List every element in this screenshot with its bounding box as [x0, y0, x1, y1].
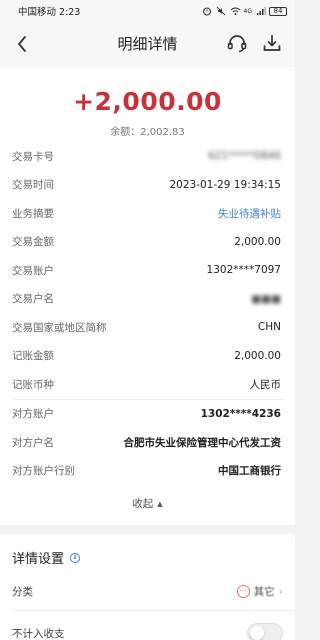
detail-row-country: 交易国家或地区简称 CHN — [0, 313, 295, 342]
exclude-row: 不计入收支 — [12, 618, 283, 640]
row-label: 交易卡号 — [12, 150, 54, 163]
row-label: 交易户名 — [12, 293, 54, 306]
status-icons: 4G 84 — [202, 6, 287, 16]
collapse-label: 收起 — [132, 498, 154, 510]
row-label: 记账币种 — [12, 378, 54, 391]
detail-settings-card: 详情设置 i 分类 ··· 其它 › 不计入收支 — [0, 534, 295, 640]
category-row[interactable]: 分类 ··· 其它 › — [12, 576, 283, 606]
category-label: 分类 — [12, 585, 33, 598]
row-value: ■■■ — [251, 292, 281, 305]
row-label: 业务摘要 — [12, 207, 54, 220]
divider — [12, 610, 295, 611]
page-title: 明细详情 — [117, 35, 178, 53]
transaction-detail-card: +2,000.00 余额：2,002.83 交易卡号 621*****0846 … — [0, 67, 295, 525]
detail-row-card-number: 交易卡号 621*****0846 — [0, 142, 295, 171]
row-value: CHN — [257, 321, 281, 334]
collapse-button[interactable]: 收起 ▲ — [0, 496, 295, 511]
row-label: 交易账户 — [12, 264, 54, 277]
caret-up-icon: ▲ — [157, 500, 163, 508]
signal-icon — [255, 6, 266, 16]
status-bar: 中国移动 2:23 4G 84 — [0, 0, 295, 22]
back-arrow-icon[interactable] — [12, 33, 34, 55]
detail-row-currency: 记账币种 人民币 — [0, 370, 295, 399]
settings-title-text: 详情设置 — [12, 552, 65, 567]
network-tag: 4G — [243, 7, 252, 15]
detail-rows: 交易卡号 621*****0846 交易时间 2023-01-29 19:34:… — [0, 142, 295, 485]
category-dots-icon: ··· — [236, 584, 250, 598]
battery-icon: 84 — [269, 6, 287, 16]
detail-row-time: 交易时间 2023-01-29 19:34:15 — [0, 171, 295, 200]
settings-title: 详情设置 i — [12, 548, 81, 567]
row-label: 交易国家或地区简称 — [12, 321, 107, 334]
row-value: 621*****0846 — [207, 150, 281, 163]
row-label: 对方账户 — [12, 408, 54, 421]
exclude-toggle[interactable] — [247, 623, 283, 640]
info-icon[interactable]: i — [70, 552, 81, 563]
download-icon[interactable] — [261, 32, 283, 54]
nav-bar: 明细详情 — [0, 22, 295, 66]
detail-row-account-name: 交易户名 ■■■ — [0, 285, 295, 314]
detail-row-booked-amount: 记账金额 2,000.00 — [0, 342, 295, 371]
row-label: 交易金额 — [12, 236, 54, 249]
exclude-label: 不计入收支 — [12, 627, 65, 640]
row-label: 交易时间 — [12, 179, 54, 192]
detail-row-summary: 业务摘要 失业待遇补贴 — [0, 199, 295, 228]
category-selector[interactable]: ··· 其它 › — [236, 584, 283, 599]
detail-row-counterparty-name: 对方户名 合肥市失业保险管理中心代发工资 — [0, 428, 295, 457]
row-value: 2,000.00 — [234, 349, 281, 362]
customer-service-icon[interactable] — [226, 32, 248, 54]
row-label: 记账金额 — [12, 350, 54, 363]
detail-row-counterparty-bank: 对方账户行别 中国工商银行 — [0, 457, 295, 486]
transaction-amount: +2,000.00 — [73, 87, 222, 116]
mute-icon — [216, 6, 227, 16]
status-time-carrier: 中国移动 2:23 — [18, 7, 81, 18]
detail-row-amount: 交易金额 2,000.00 — [0, 228, 295, 257]
detail-row-counterparty-account: 对方账户 1302****4236 — [0, 400, 295, 429]
row-value: 2023-01-29 19:34:15 — [169, 178, 281, 191]
row-value: 合肥市失业保险管理中心代发工资 — [123, 436, 282, 449]
wifi-icon — [230, 6, 241, 16]
row-value: 中国工商银行 — [218, 465, 281, 478]
row-label: 对方账户行别 — [12, 465, 75, 478]
chevron-right-icon: › — [278, 584, 283, 598]
row-value: 1302****4236 — [200, 407, 281, 420]
category-value: 其它 — [253, 585, 275, 598]
row-label: 对方户名 — [12, 436, 54, 449]
detail-row-account: 交易账户 1302****7097 — [0, 256, 295, 285]
row-value: 1302****7097 — [206, 264, 281, 277]
row-value: 2,000.00 — [234, 235, 281, 248]
alarm-icon — [202, 6, 213, 16]
row-value: 人民币 — [249, 378, 282, 391]
summary-link[interactable]: 失业待遇补贴 — [218, 206, 281, 221]
balance-text: 余额：2,002.83 — [110, 127, 185, 138]
